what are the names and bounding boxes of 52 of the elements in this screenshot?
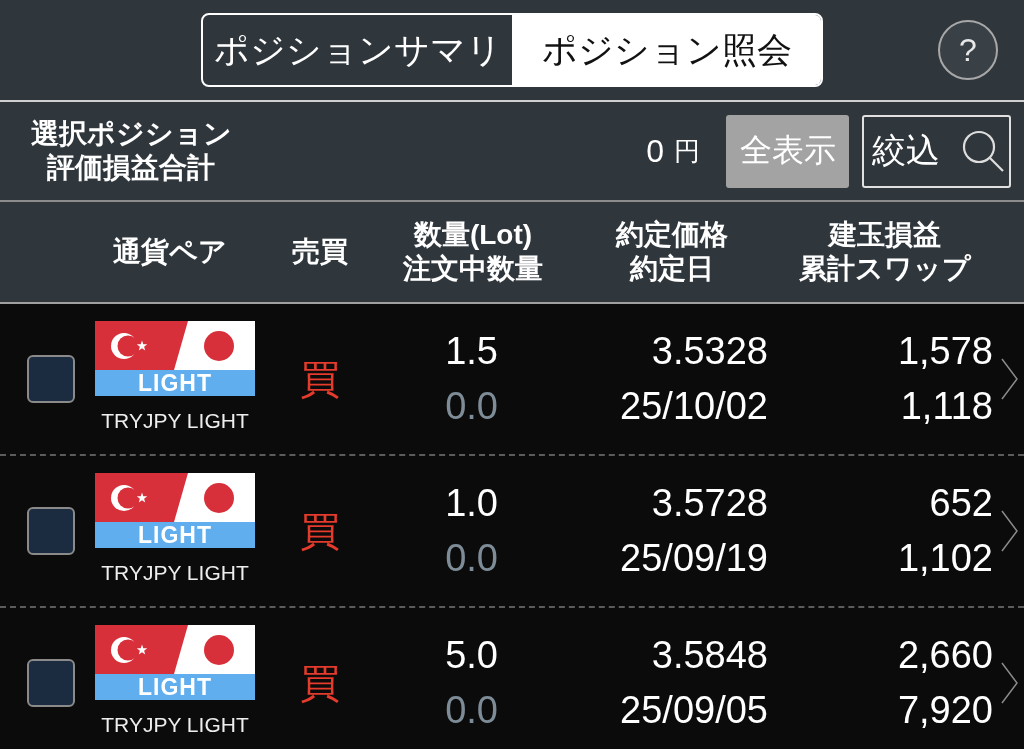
product-tag: LIGHT xyxy=(95,522,255,548)
order-quantity-value: 0.0 xyxy=(445,536,498,581)
checkbox[interactable] xyxy=(27,659,75,707)
swap-value: 1,102 xyxy=(897,536,993,581)
tab[interactable]: ポジション照会 xyxy=(512,15,821,85)
flag-icon xyxy=(95,321,255,370)
filter-button[interactable]: 絞込 xyxy=(862,114,1011,188)
quantity-value: 1.5 xyxy=(445,329,498,374)
flag-icon xyxy=(95,625,255,674)
total-value: 0 xyxy=(646,132,664,170)
currency-unit: 円 xyxy=(674,134,700,168)
date-value: 25/09/19 xyxy=(620,536,768,581)
side-label: 買 xyxy=(300,355,340,403)
tab[interactable]: ポジションサマリ xyxy=(203,15,512,85)
order-quantity-value: 0.0 xyxy=(445,384,498,429)
column-header: 通貨ペア xyxy=(113,235,227,269)
order-quantity-value: 0.0 xyxy=(445,688,498,733)
checkbox[interactable] xyxy=(27,355,75,403)
column-header: 建玉損益 xyxy=(829,218,941,252)
column-header: 売買 xyxy=(292,235,348,269)
side-label: 買 xyxy=(300,507,340,555)
product-tag: LIGHT xyxy=(95,370,255,396)
quantity-value: 1.0 xyxy=(445,481,498,526)
pnl-value: 2,660 xyxy=(897,633,993,678)
column-header: 注文中数量 xyxy=(403,252,543,286)
product-tag: LIGHT xyxy=(95,674,255,700)
date-value: 25/09/05 xyxy=(620,688,768,733)
summary-label: 選択ポジション 評価損益合計 xyxy=(29,117,233,185)
pair-name: TRYJPY LIGHT xyxy=(101,561,249,585)
swap-value: 7,920 xyxy=(897,688,993,733)
column-header: 約定日 xyxy=(630,252,714,286)
price-value: 3.5848 xyxy=(651,633,768,678)
pair-name: TRYJPY LIGHT xyxy=(101,713,249,737)
price-value: 3.5328 xyxy=(651,329,768,374)
checkbox[interactable] xyxy=(27,507,75,555)
column-header: 累計スワップ xyxy=(799,252,971,286)
price-value: 3.5728 xyxy=(651,481,768,526)
quantity-value: 5.0 xyxy=(445,633,498,678)
column-header: 数量(Lot) xyxy=(413,218,533,252)
pnl-value: 1,578 xyxy=(897,329,993,374)
chevron-right-icon[interactable] xyxy=(1001,510,1018,552)
column-header: 約定価格 xyxy=(616,218,728,252)
search-icon xyxy=(961,129,1005,173)
date-value: 25/10/02 xyxy=(620,384,768,429)
swap-value: 1,118 xyxy=(900,384,993,429)
help-button[interactable]: ? xyxy=(938,20,998,80)
pnl-value: 652 xyxy=(929,481,993,526)
flag-icon xyxy=(95,473,255,522)
pair-name: TRYJPY LIGHT xyxy=(101,409,249,433)
chevron-right-icon[interactable] xyxy=(1001,358,1018,400)
side-label: 買 xyxy=(300,659,340,707)
chevron-right-icon[interactable] xyxy=(1001,662,1018,704)
